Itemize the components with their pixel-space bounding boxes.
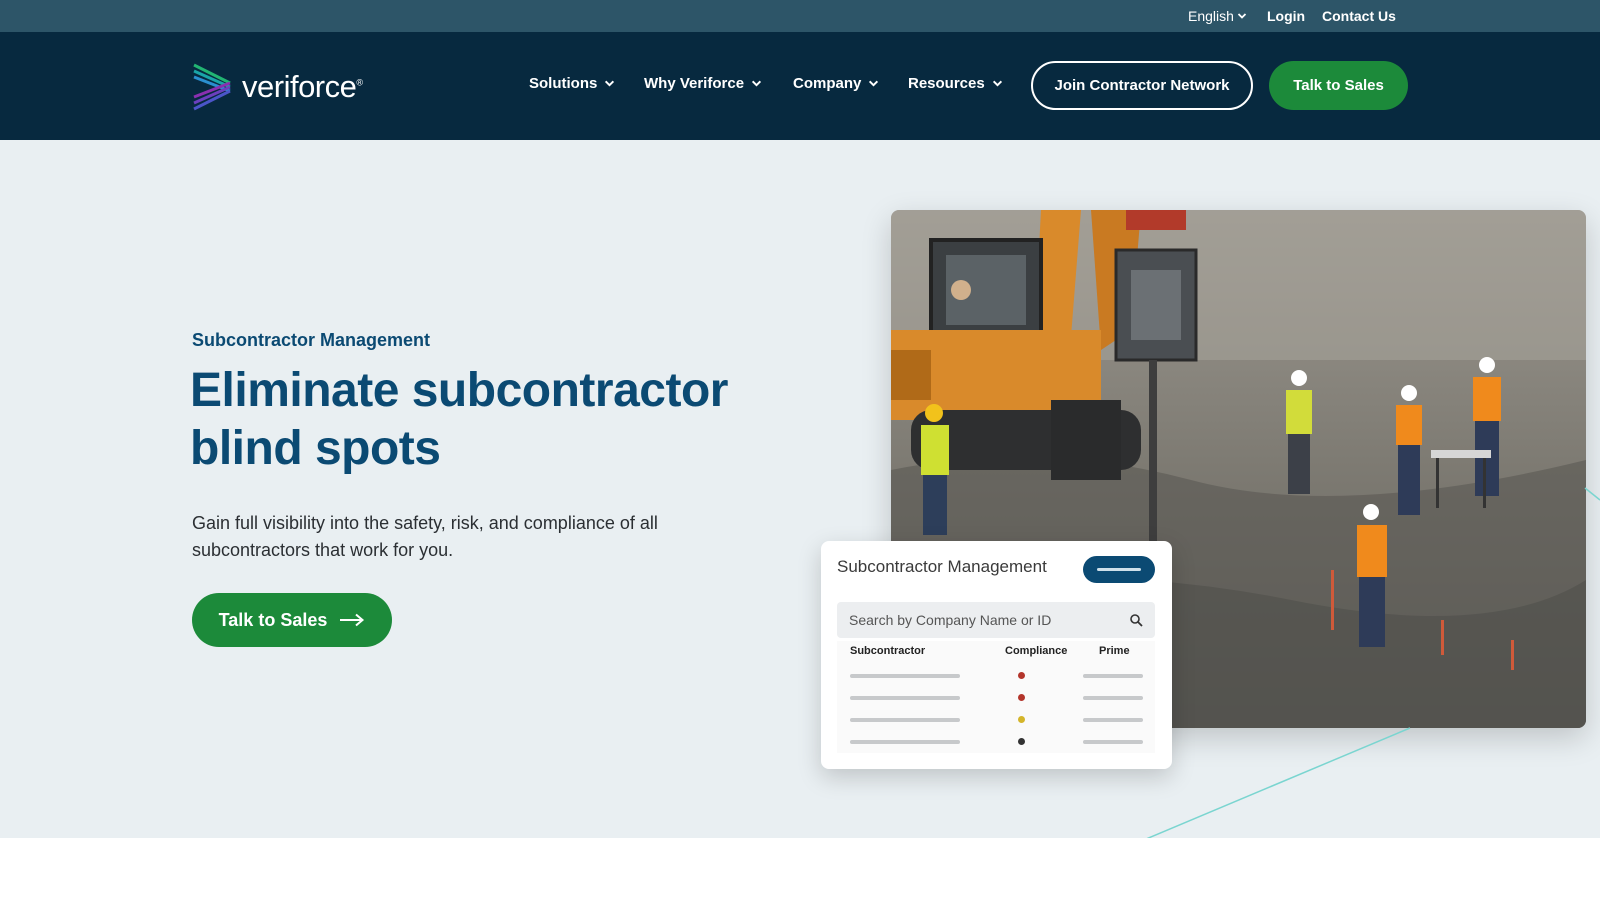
chevron-down-icon (992, 80, 1002, 87)
main-nav: veriforce® Solutions Why Veriforce Compa… (0, 32, 1600, 140)
hero-subcopy: Gain full visibility into the safety, ri… (192, 513, 658, 560)
nav-resources[interactable]: Resources (908, 75, 1003, 92)
company-search-input[interactable] (849, 612, 1109, 628)
nav-solutions[interactable]: Solutions (529, 75, 615, 92)
compliance-status-dot (1018, 716, 1025, 723)
logo[interactable]: veriforce® (192, 62, 382, 112)
utility-bar: English Login Contact Us (0, 0, 1600, 32)
subcontractor-placeholder (850, 740, 960, 744)
nav-why-veriforce[interactable]: Why Veriforce (644, 75, 762, 92)
hero-headline: Eliminate subcontractor blind spots (190, 364, 728, 475)
hero-section: Subcontractor Management Eliminate subco… (0, 140, 1600, 838)
column-header-subcontractor: Subcontractor (850, 645, 926, 657)
card-toggle-pill[interactable] (1083, 556, 1155, 583)
card-search-box[interactable] (837, 602, 1155, 638)
compliance-status-dot (1018, 738, 1025, 745)
prime-placeholder (1083, 674, 1143, 678)
table-row[interactable] (837, 688, 1155, 708)
subcontractor-placeholder (850, 718, 960, 722)
arrow-right-icon (340, 613, 365, 627)
nav-company[interactable]: Company (793, 75, 879, 92)
prime-placeholder (1083, 718, 1143, 722)
contact-us-link[interactable]: Contact Us (1322, 8, 1396, 24)
prime-placeholder (1083, 696, 1143, 700)
nav-label: Solutions (529, 75, 598, 92)
nav-label: Why Veriforce (644, 75, 745, 92)
chevron-down-icon (869, 80, 879, 87)
hero-eyebrow: Subcontractor Management (192, 330, 431, 350)
next-section (0, 838, 1600, 900)
subcontractor-placeholder (850, 674, 960, 678)
column-header-compliance: Compliance (1005, 645, 1068, 657)
hero-cta-label: Talk to Sales (218, 609, 328, 630)
logo-text: veriforce® (242, 69, 363, 104)
compliance-status-dot (1018, 672, 1025, 679)
compliance-status-dot (1018, 694, 1025, 701)
subcontractor-management-card: Subcontractor Management Subcontractor C… (821, 541, 1172, 769)
prime-placeholder (1083, 740, 1143, 744)
card-title: Subcontractor Management (837, 557, 1047, 576)
talk-to-sales-nav-button[interactable]: Talk to Sales (1269, 61, 1408, 110)
chevron-down-icon (751, 80, 762, 87)
chevron-down-icon (1237, 13, 1247, 19)
table-row[interactable] (837, 710, 1155, 730)
chevron-down-icon (605, 80, 615, 87)
join-contractor-network-button[interactable]: Join Contractor Network (1031, 61, 1253, 110)
subcontractor-placeholder (850, 696, 960, 700)
column-header-prime: Prime (1099, 645, 1130, 657)
nav-label: Company (793, 75, 862, 92)
login-link[interactable]: Login (1267, 8, 1305, 24)
talk-to-sales-hero-button[interactable]: Talk to Sales (192, 593, 392, 647)
language-selector[interactable]: English (1188, 8, 1247, 24)
table-row[interactable] (837, 666, 1155, 686)
nav-label: Resources (908, 75, 985, 92)
subcontractor-table: Subcontractor Compliance Prime (837, 641, 1155, 753)
table-row[interactable] (837, 732, 1155, 752)
language-label: English (1188, 8, 1234, 24)
veriforce-logo-icon (193, 63, 231, 111)
search-icon[interactable] (1130, 613, 1143, 627)
